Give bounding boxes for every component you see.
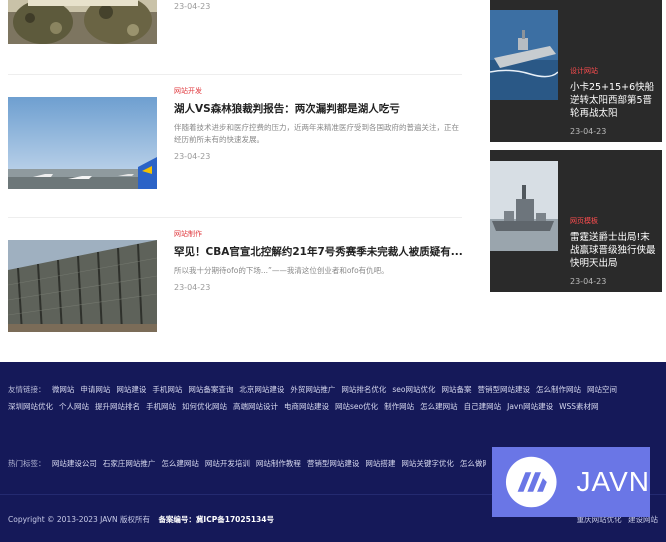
hot-tag-link[interactable]: 网站开发培训 <box>205 459 250 468</box>
friend-links-row-2: 深圳网站优化 个人网站 提升网站排名 手机网站 如何优化网站 高端网站设计 电商网站建设 网站… <box>8 401 658 413</box>
article-category[interactable]: 网站开发 <box>174 86 462 96</box>
friend-links-row-1: 友情链接： 微网站 申请网站 网站建设 手机网站 网站备案查询 北京网站建设 外贸网站推广网… <box>8 384 658 396</box>
friend-link[interactable]: 网站备案 <box>442 385 472 394</box>
side-card-image[interactable] <box>490 10 558 100</box>
friend-link[interactable]: 网站排名优化 <box>341 385 386 394</box>
article-title[interactable]: 湖人VS森林狼裁判报告：两次漏判都是湖人吃亏 <box>174 102 462 116</box>
article-date: 23-04-23 <box>174 2 211 11</box>
friend-link[interactable]: 网站seo优化 <box>335 402 378 411</box>
copyright-text: Copyright © 2013-2023 JAVN 版权所有 <box>8 515 151 524</box>
divider <box>8 217 462 218</box>
article-date: 23-04-23 <box>174 283 211 292</box>
divider <box>8 74 462 75</box>
hot-tags-label: 热门标签： <box>8 459 46 468</box>
friend-link[interactable]: 营销型网站建设 <box>478 385 531 394</box>
friend-link[interactable]: 深圳网站优化 <box>8 402 53 411</box>
friend-link[interactable]: 自己建网站 <box>464 402 502 411</box>
article-title[interactable]: 罕见！CBA官宣北控解约21年7号秀赛季未完裁人被质疑有... <box>174 245 462 259</box>
friend-link[interactable]: 高端网站设计 <box>233 402 278 411</box>
icp-number[interactable]: 冀ICP备17025134号 <box>196 515 274 524</box>
article-thumbnail[interactable] <box>8 240 157 332</box>
friend-link[interactable]: 微网站 <box>52 385 75 394</box>
friend-link[interactable]: 手机网站 <box>146 402 176 411</box>
friend-link[interactable]: 手机网站 <box>152 385 182 394</box>
hot-tag-link[interactable]: 营销型网站建设 <box>307 459 360 468</box>
friend-link[interactable]: seo网站优化 <box>392 385 435 394</box>
friend-link[interactable]: 怎么建网站 <box>420 402 458 411</box>
friend-link[interactable]: 网站建设 <box>116 385 146 394</box>
friend-link[interactable]: 网站备案查询 <box>188 385 233 394</box>
friend-link[interactable]: 北京网站建设 <box>239 385 284 394</box>
hot-tag-link[interactable]: 石家庄网站推广 <box>103 459 156 468</box>
hot-tag-link[interactable]: 怎么建网站 <box>161 459 199 468</box>
hot-tag-link[interactable]: 怎么做网站 <box>460 459 486 468</box>
friend-link[interactable]: 电商网站建设 <box>284 402 329 411</box>
friend-link[interactable]: 申请网站 <box>80 385 110 394</box>
side-card-date: 23-04-23 <box>570 277 607 286</box>
icp-label: 备案编号： <box>158 515 196 524</box>
hot-tag-link[interactable]: 网站关键字优化 <box>401 459 454 468</box>
side-card-title[interactable]: 小卡25+15+6快船逆转太阳西部第5晋轮再战太阳 <box>570 81 656 120</box>
friend-link[interactable]: 提升网站排名 <box>95 402 140 411</box>
article-category[interactable]: 网站制作 <box>174 229 462 239</box>
main-content: 23-04-23 网站开发 湖人VS森林狼裁判报告：两次漏判都是湖人吃亏 伴随着… <box>0 0 666 362</box>
article-date: 23-04-23 <box>174 152 211 161</box>
javn-logo-icon <box>505 456 557 508</box>
hot-tag-link[interactable]: 网站搭建 <box>365 459 395 468</box>
hot-tags-row: 热门标签： 网站建设公司 石家庄网站推广 怎么建网站 网站开发培训 网站制作教程 营销型网… <box>8 458 486 470</box>
friend-link[interactable]: 外贸网站推广 <box>290 385 335 394</box>
friend-link[interactable]: 怎么制作网站 <box>536 385 581 394</box>
friend-link[interactable]: Javn网站建设 <box>507 402 553 411</box>
friend-link[interactable]: 制作网站 <box>384 402 414 411</box>
hot-tag-link[interactable]: 网站制作教程 <box>256 459 301 468</box>
article-thumbnail[interactable] <box>8 97 157 189</box>
article-description: 伴随着技术进步和医疗控费的压力，近两年来精准医疗受到各国政府的普遍关注，正在经历… <box>174 123 459 144</box>
side-card[interactable]: 设计网站 小卡25+15+6快船逆转太阳西部第5晋轮再战太阳 23-04-23 <box>490 0 662 142</box>
copyright: Copyright © 2013-2023 JAVN 版权所有 备案编号：冀IC… <box>8 514 274 525</box>
friend-link[interactable]: 个人网站 <box>59 402 89 411</box>
side-card-title[interactable]: 雷霆送爵士出局!末战赢球晋级独行侠最快明天出局 <box>570 231 656 270</box>
side-card-date: 23-04-23 <box>570 127 607 136</box>
side-card[interactable]: 网页模板 雷霆送爵士出局!末战赢球晋级独行侠最快明天出局 23-04-23 <box>490 150 662 292</box>
article-thumbnail[interactable] <box>8 0 157 44</box>
brand-name: JAVN <box>576 466 650 497</box>
side-card-category[interactable]: 网页模板 <box>570 216 656 226</box>
side-card-image[interactable] <box>490 161 558 251</box>
friend-link[interactable]: 如何优化网站 <box>182 402 227 411</box>
side-card-category[interactable]: 设计网站 <box>570 66 656 76</box>
javn-logo-badge[interactable]: JAVN <box>492 447 650 517</box>
friend-link[interactable]: 网站空间 <box>587 385 617 394</box>
friend-links-label: 友情链接： <box>8 385 46 394</box>
hot-tag-link[interactable]: 网站建设公司 <box>52 459 97 468</box>
friend-link[interactable]: WSS素材网 <box>559 402 598 411</box>
article-description: 所以我十分期待ofo的下场...”——我清这位创业者和ofo有仇吧。 <box>174 266 389 275</box>
